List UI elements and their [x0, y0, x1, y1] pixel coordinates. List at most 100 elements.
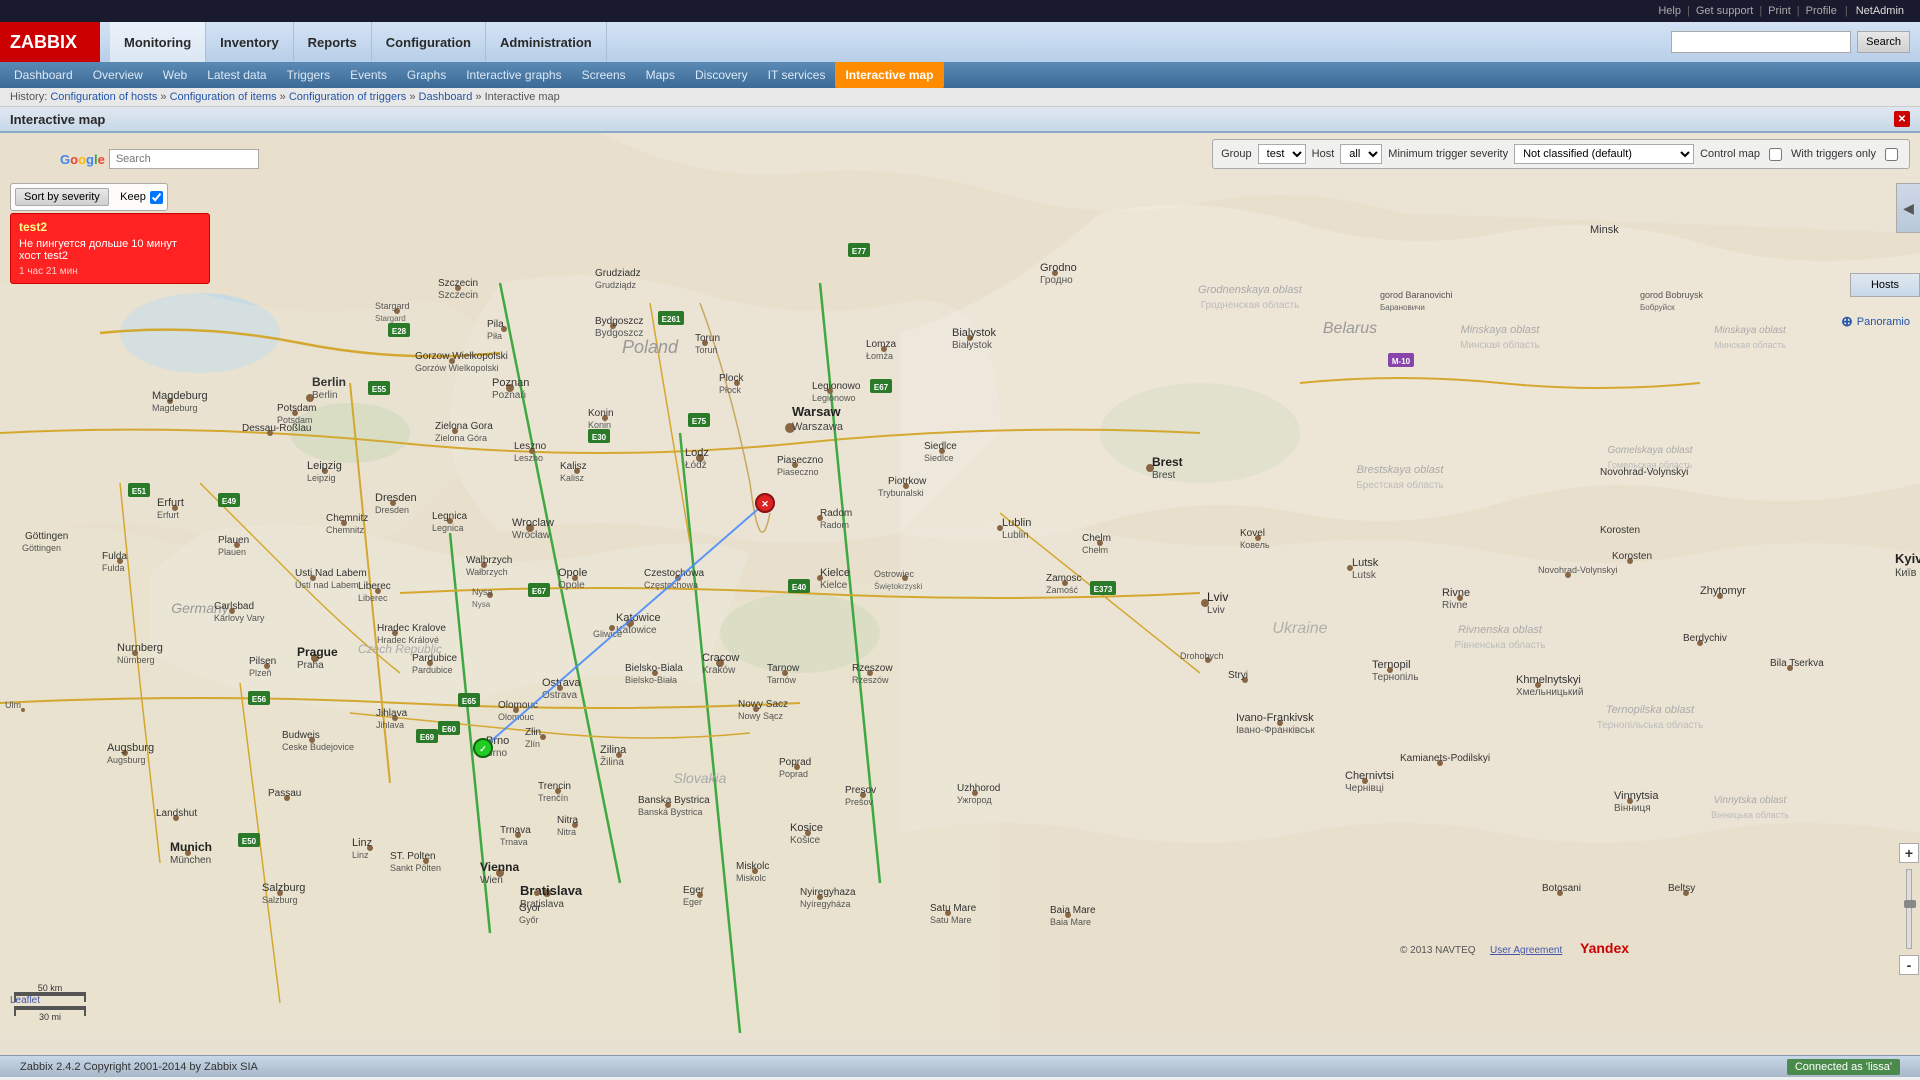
search-input[interactable] — [1671, 31, 1851, 53]
breadcrumb-sep2: » — [280, 91, 289, 103]
svg-text:Potsdam: Potsdam — [277, 403, 316, 414]
breadcrumb-config-hosts[interactable]: Configuration of hosts — [50, 91, 157, 103]
svg-text:Gorzow Wielkopolski: Gorzow Wielkopolski — [415, 351, 508, 362]
zoom-bar[interactable] — [1906, 869, 1912, 949]
svg-text:gorod Bobruysk: gorod Bobruysk — [1640, 290, 1704, 300]
svg-text:Leszno: Leszno — [514, 453, 543, 463]
subnav-interactive-graphs[interactable]: Interactive graphs — [456, 62, 571, 88]
svg-text:Хмельницький: Хмельницький — [1516, 687, 1583, 698]
svg-text:Lutsk: Lutsk — [1352, 557, 1379, 569]
breadcrumb-dashboard[interactable]: Dashboard — [419, 91, 473, 103]
help-link[interactable]: Help — [1658, 5, 1681, 17]
nav-configuration[interactable]: Configuration — [372, 22, 486, 62]
subnav-interactive-map[interactable]: Interactive map — [835, 62, 943, 88]
zoom-out-button[interactable]: - — [1899, 955, 1919, 975]
svg-text:Siedlce: Siedlce — [924, 441, 957, 452]
nav-administration[interactable]: Administration — [486, 22, 607, 62]
svg-text:Minskaya oblast: Minskaya oblast — [1461, 324, 1541, 336]
svg-text:Wroclaw: Wroclaw — [512, 517, 554, 529]
svg-text:Beltsy: Beltsy — [1668, 883, 1695, 894]
close-button[interactable]: ✕ — [1894, 111, 1910, 127]
svg-text:Hradec Kralove: Hradec Kralove — [377, 623, 446, 634]
svg-text:Berlin: Berlin — [312, 375, 346, 389]
svg-text:Pardubice: Pardubice — [412, 653, 457, 664]
subnav-maps[interactable]: Maps — [636, 62, 685, 88]
svg-text:ST. Polten: ST. Polten — [390, 851, 436, 862]
svg-text:Plauen: Plauen — [218, 547, 246, 557]
svg-text:Ternopilska oblast: Ternopilska oblast — [1606, 704, 1695, 716]
breadcrumb-config-items[interactable]: Configuration of items — [170, 91, 277, 103]
hosts-button[interactable]: Hosts — [1850, 273, 1920, 297]
keep-checkbox[interactable] — [150, 191, 163, 204]
nav-reports[interactable]: Reports — [294, 22, 372, 62]
subnav-events[interactable]: Events — [340, 62, 397, 88]
subnav-overview[interactable]: Overview — [83, 62, 153, 88]
subnav-screens[interactable]: Screens — [572, 62, 636, 88]
zoom-in-button[interactable]: + — [1899, 843, 1919, 863]
svg-text:Grudziądz: Grudziądz — [595, 280, 637, 290]
host-select[interactable]: all — [1340, 144, 1382, 164]
page-title: Interactive map — [10, 112, 105, 127]
svg-text:Zilina: Zilina — [600, 744, 627, 756]
subnav-latest-data[interactable]: Latest data — [197, 62, 276, 88]
sep1: | — [1687, 5, 1690, 17]
zoom-handle[interactable] — [1904, 900, 1916, 908]
svg-text:E67: E67 — [532, 587, 547, 596]
svg-text:Siedlce: Siedlce — [924, 453, 954, 463]
breadcrumb-sep1: » — [160, 91, 169, 103]
svg-text:Karlovy Vary: Karlovy Vary — [214, 613, 265, 623]
severity-select[interactable]: Not classified (default) — [1514, 144, 1694, 164]
svg-text:Bielsko-Biała: Bielsko-Biała — [625, 675, 677, 685]
svg-text:E30: E30 — [592, 433, 607, 442]
svg-text:Jihlava: Jihlava — [376, 708, 408, 719]
with-triggers-checkbox[interactable] — [1885, 148, 1898, 161]
svg-text:Lviv: Lviv — [1207, 605, 1225, 616]
host-label: Host — [1312, 148, 1335, 160]
svg-text:Szczecin: Szczecin — [438, 278, 478, 289]
nav-monitoring[interactable]: Monitoring — [110, 22, 206, 62]
svg-text:E28: E28 — [392, 327, 407, 336]
breadcrumb-config-triggers[interactable]: Configuration of triggers — [289, 91, 406, 103]
svg-text:Rzeszow: Rzeszow — [852, 663, 893, 674]
alert-host: test2 — [19, 220, 201, 234]
control-map-label: Control map — [1700, 148, 1760, 160]
svg-text:Botosani: Botosani — [1542, 883, 1581, 894]
subnav-graphs[interactable]: Graphs — [397, 62, 456, 88]
logo[interactable]: ZABBIX — [0, 22, 100, 62]
nav-inventory[interactable]: Inventory — [206, 22, 294, 62]
sort-by-severity-button[interactable]: Sort by severity — [15, 188, 109, 206]
svg-text:Piaseczno: Piaseczno — [777, 467, 819, 477]
subnav-web[interactable]: Web — [153, 62, 197, 88]
profile-link[interactable]: Profile — [1806, 5, 1837, 17]
svg-text:Bratislava: Bratislava — [520, 883, 583, 898]
alert-message: Не пингуется дольше 10 минут хост test2 — [19, 238, 201, 262]
search-button[interactable]: Search — [1857, 31, 1910, 53]
google-search-input[interactable] — [109, 149, 259, 169]
subnav-dashboard[interactable]: Dashboard — [4, 62, 83, 88]
svg-text:Świętokrzyski: Świętokrzyski — [874, 582, 923, 591]
svg-text:Гродненская область: Гродненская область — [1201, 299, 1300, 311]
copyright: Zabbix 2.4.2 Copyright 2001-2014 by Zabb… — [20, 1061, 258, 1073]
svg-text:Łódź: Łódź — [685, 460, 707, 471]
svg-text:Plzeň: Plzeň — [249, 668, 272, 678]
svg-text:Vinnytska oblast: Vinnytska oblast — [1714, 795, 1788, 806]
collapse-panel-button[interactable]: ◀ — [1896, 183, 1920, 233]
svg-text:Praha: Praha — [297, 660, 324, 671]
svg-text:E65: E65 — [462, 697, 477, 706]
alert-box[interactable]: test2 Не пингуется дольше 10 минут хост … — [10, 213, 210, 284]
subnav-discovery[interactable]: Discovery — [685, 62, 758, 88]
group-select[interactable]: test — [1258, 144, 1306, 164]
svg-text:Czestochowa: Czestochowa — [644, 568, 704, 579]
map-container[interactable]: E77 E75 E28 E65 E67 E40 E30 E50 E373 E26… — [0, 133, 1920, 1055]
svg-text:Zamosc: Zamosc — [1046, 573, 1082, 584]
get-support-link[interactable]: Get support — [1696, 5, 1753, 17]
subnav-it-services[interactable]: IT services — [758, 62, 836, 88]
print-link[interactable]: Print — [1768, 5, 1791, 17]
subnav-triggers[interactable]: Triggers — [277, 62, 341, 88]
svg-text:Gomelskaya oblast: Gomelskaya oblast — [1607, 445, 1693, 456]
svg-text:Брестская область: Брестская область — [1356, 479, 1444, 491]
control-map-checkbox[interactable] — [1769, 148, 1782, 161]
panoramio-button[interactable]: ⊕ Panoramio — [1841, 313, 1910, 330]
keep-area: Keep — [120, 191, 163, 204]
svg-text:Passau: Passau — [268, 788, 301, 799]
